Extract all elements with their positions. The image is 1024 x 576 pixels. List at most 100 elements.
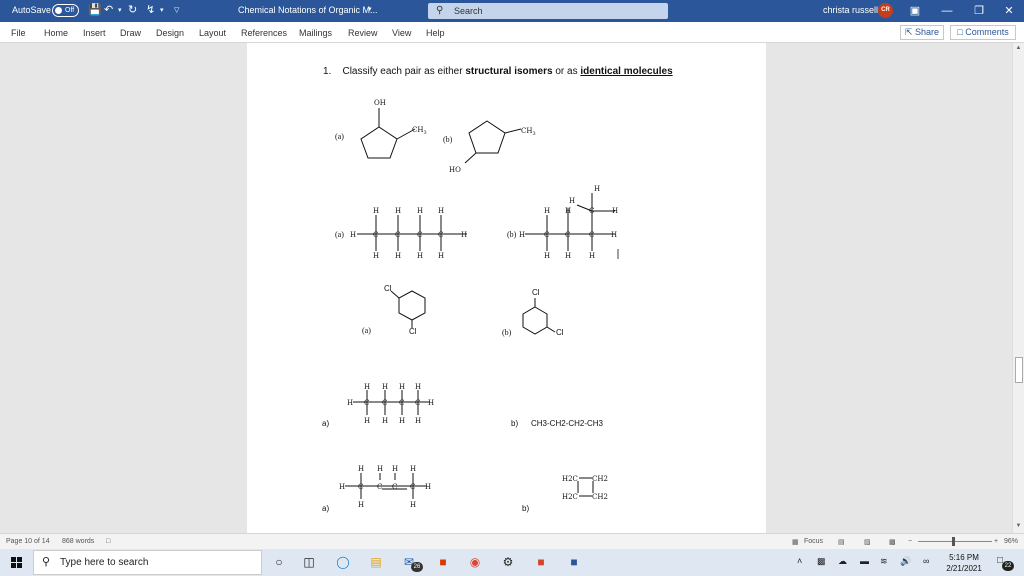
pair4-condensed: CH3-CH2-CH2-CH3	[531, 419, 604, 428]
system-clock[interactable]: 5:16 PM 2/21/2021	[941, 552, 987, 574]
file-explorer-icon[interactable]: ▤	[368, 554, 384, 570]
autosave-toggle[interactable]: Off	[52, 4, 79, 17]
tab-draw[interactable]: Draw	[120, 28, 141, 38]
cortana-icon[interactable]: ○	[271, 554, 287, 570]
page-count[interactable]: Page 10 of 14	[6, 538, 50, 545]
svg-text:H: H	[544, 252, 550, 260]
read-mode-icon[interactable]: ▤	[838, 538, 845, 546]
office-icon[interactable]: ■	[435, 554, 451, 570]
redo-icon[interactable]: ↻	[128, 4, 137, 17]
print-layout-icon[interactable]: ▨	[864, 538, 871, 546]
word-count[interactable]: 868 words	[62, 538, 94, 545]
pair2-b-structure: (b) H HH H CH H CCC H HHH	[507, 185, 619, 260]
vertical-scrollbar[interactable]: ▲ ▼	[1012, 43, 1024, 533]
tab-file[interactable]: File	[11, 28, 26, 38]
battery-icon[interactable]: ▬	[860, 556, 869, 566]
tab-help[interactable]: Help	[426, 28, 445, 38]
focus-label[interactable]: Focus	[804, 538, 823, 545]
format-painter-icon[interactable]: ↯	[146, 4, 155, 17]
tab-mailings[interactable]: Mailings	[299, 28, 332, 38]
customize-toolbar-icon[interactable]: ▾	[160, 4, 164, 17]
avatar[interactable]: CR	[878, 3, 893, 18]
svg-text:C: C	[589, 231, 594, 239]
web-layout-icon[interactable]: ▩	[889, 538, 896, 546]
taskbar-search-placeholder: Type here to search	[60, 557, 149, 568]
title-bar: AutoSave Off 💾 ↶ ▾ ↻ ↯ ▾ ▽ Chemical Nota…	[0, 0, 1024, 22]
pair3-a-label: (a)	[362, 326, 371, 335]
tab-design[interactable]: Design	[156, 28, 184, 38]
pair1-a-structure: (a) OH CH3	[335, 99, 427, 159]
tab-layout[interactable]: Layout	[199, 28, 226, 38]
search-box[interactable]: ⚲ Search	[428, 3, 668, 19]
minimize-icon[interactable]: —	[938, 2, 956, 20]
scroll-up-icon[interactable]: ▲	[1014, 45, 1023, 51]
save-icon[interactable]: 💾	[88, 4, 102, 17]
pair1-b-structure: (b) CH3 HO	[443, 120, 536, 174]
onedrive-icon[interactable]: ☁	[838, 556, 847, 567]
proofing-icon[interactable]: □	[106, 538, 110, 545]
pair5-ch2-top: CH2	[592, 475, 608, 483]
comments-button[interactable]: □ Comments	[950, 25, 1016, 40]
document-area[interactable]: 1. Classify each pair as either structur…	[0, 43, 1012, 533]
tab-insert[interactable]: Insert	[83, 28, 106, 38]
more-commands-icon[interactable]: ▽	[174, 4, 179, 17]
tab-home[interactable]: Home	[44, 28, 68, 38]
svg-text:C: C	[417, 231, 422, 239]
svg-text:H: H	[382, 417, 388, 425]
powerpoint-icon[interactable]: ■	[533, 554, 549, 570]
chrome-icon[interactable]: ◉	[467, 554, 483, 570]
pair3-b-cl1: Cl	[532, 288, 540, 297]
taskbar: ⚲ Type here to search ○ ◫ ◯ ▤ ✉ 26 ■ ◉ ⚙…	[0, 549, 1024, 576]
user-name[interactable]: christa russell	[823, 5, 878, 15]
title-dropdown-icon[interactable]: ▾	[368, 5, 372, 13]
tab-view[interactable]: View	[392, 28, 411, 38]
svg-text:H: H	[519, 231, 525, 239]
tab-references[interactable]: References	[241, 28, 287, 38]
task-view-icon[interactable]: ◫	[301, 554, 317, 570]
svg-text:C: C	[415, 399, 420, 407]
volume-icon[interactable]: 🔊	[900, 556, 911, 567]
scroll-thumb[interactable]	[1015, 357, 1023, 383]
svg-text:H: H	[565, 207, 571, 215]
settings-icon[interactable]: ⚙	[500, 554, 516, 570]
document-page[interactable]: 1. Classify each pair as either structur…	[247, 43, 766, 533]
notification-center-icon[interactable]: □ 22	[997, 555, 1014, 571]
ribbon-display-icon[interactable]: ▣	[906, 2, 924, 20]
windows-start-icon[interactable]	[11, 557, 22, 568]
notification-badge: 22	[1002, 561, 1014, 571]
tab-review[interactable]: Review	[348, 28, 378, 38]
wifi-icon[interactable]: ≋	[880, 556, 888, 567]
undo-icon[interactable]: ↶	[104, 4, 113, 17]
svg-text:H: H	[565, 252, 571, 260]
focus-icon[interactable]: ▦	[792, 538, 799, 546]
document-title[interactable]: Chemical Notations of Organic M...	[238, 5, 378, 15]
svg-text:H: H	[428, 399, 434, 407]
pair4-a-label: a)	[322, 419, 329, 428]
restore-icon[interactable]: ❐	[970, 2, 988, 20]
svg-text:H: H	[594, 185, 600, 193]
pair4-b-structure: b) CH3-CH2-CH2-CH3	[511, 419, 604, 428]
zoom-in-icon[interactable]: +	[994, 538, 998, 545]
network-icon[interactable]: ∞	[923, 556, 929, 566]
zoom-level[interactable]: 96%	[1004, 538, 1018, 545]
svg-text:H: H	[382, 383, 388, 391]
undo-dropdown-icon[interactable]: ▾	[118, 4, 122, 17]
zoom-slider[interactable]	[918, 541, 992, 542]
pair1-oh: OH	[374, 99, 386, 107]
zoom-out-icon[interactable]: −	[908, 538, 912, 545]
svg-text:H: H	[461, 231, 467, 239]
svg-text:C: C	[382, 399, 387, 407]
word-icon[interactable]: ■	[566, 554, 582, 570]
svg-text:H: H	[373, 207, 379, 215]
show-hidden-icons-icon[interactable]: ˄	[797, 556, 802, 566]
scroll-down-icon[interactable]: ▼	[1014, 523, 1023, 529]
svg-text:C: C	[364, 399, 369, 407]
pair2-a-structure: (a) H H H H H C C C C H H H H H	[335, 207, 467, 260]
taskbar-search-input[interactable]: ⚲ Type here to search	[33, 550, 262, 575]
edge-icon[interactable]: ◯	[335, 554, 351, 570]
share-icon: ⇱	[904, 27, 913, 37]
zoom-slider-thumb[interactable]	[952, 537, 955, 546]
share-button[interactable]: ⇱ Share	[900, 25, 944, 40]
close-icon[interactable]: ✕	[1000, 2, 1018, 20]
defender-icon[interactable]: ▩	[817, 556, 826, 567]
